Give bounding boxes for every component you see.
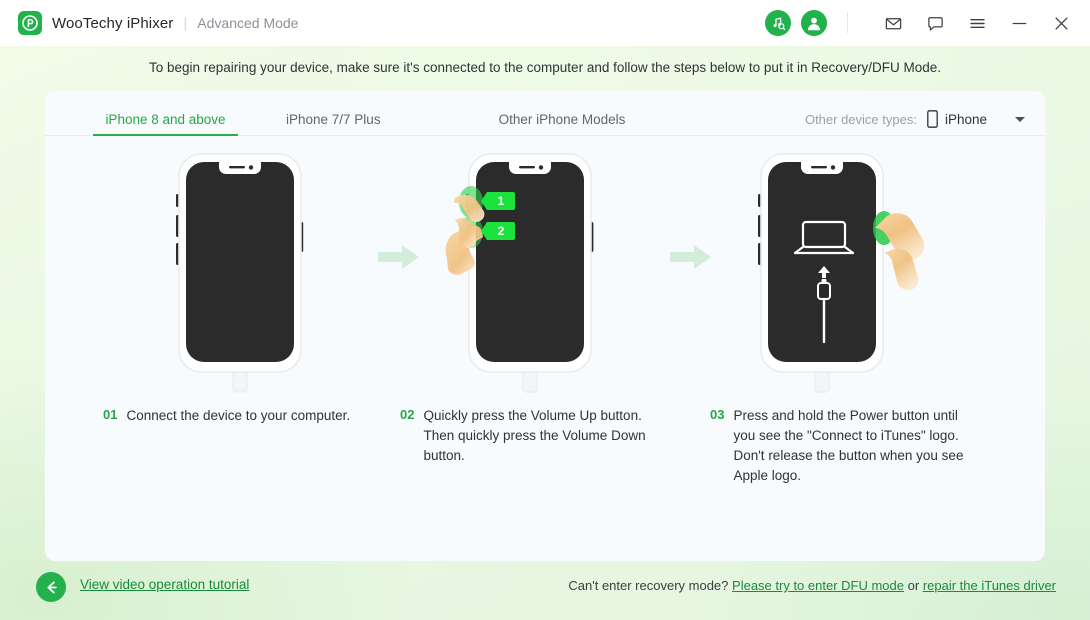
titlebar-divider bbox=[847, 13, 848, 33]
title-bar: WooTechy iPhixer | Advanced Mode bbox=[0, 0, 1090, 46]
step-number-1: 01 bbox=[103, 407, 118, 422]
mode-label: Advanced Mode bbox=[197, 15, 299, 31]
step-number-2: 02 bbox=[400, 407, 415, 422]
itunes-search-icon[interactable] bbox=[765, 10, 791, 36]
back-arrow-icon[interactable] bbox=[36, 572, 66, 602]
phone-icon bbox=[927, 110, 938, 128]
close-icon[interactable] bbox=[1048, 10, 1074, 36]
iphone-volume-buttons-hand: 1 2 bbox=[445, 136, 615, 421]
tab-iphone-7-7-plus[interactable]: iPhone 7/7 Plus bbox=[286, 112, 381, 136]
repair-itunes-driver-link[interactable]: repair the iTunes driver bbox=[923, 578, 1056, 593]
step-number-3: 03 bbox=[710, 407, 725, 422]
help-prefix: Can't enter recovery mode? bbox=[568, 578, 729, 593]
step-arrow-icon bbox=[378, 244, 420, 275]
step-item-3: 03 Press and hold the Power button until… bbox=[710, 406, 980, 486]
other-device-types-select[interactable]: Other device types: iPhone bbox=[805, 110, 1033, 128]
tab-other-iphone-models[interactable]: Other iPhone Models bbox=[499, 112, 626, 136]
app-window: WooTechy iPhixer | Advanced Mode To begi… bbox=[0, 0, 1090, 620]
feedback-chat-icon[interactable] bbox=[922, 10, 948, 36]
step-text-3: Press and hold the Power button until yo… bbox=[733, 408, 964, 483]
chevron-down-icon[interactable] bbox=[1015, 116, 1025, 122]
device-tabs: iPhone 8 and above iPhone 7/7 Plus Other… bbox=[45, 91, 1045, 136]
svg-text:1: 1 bbox=[498, 194, 505, 208]
step-item-1: 01 Connect the device to your computer. bbox=[103, 406, 373, 426]
brand-area: WooTechy iPhixer | Advanced Mode bbox=[18, 11, 298, 35]
help-middle: or bbox=[907, 578, 920, 593]
brand-name: WooTechy iPhixer bbox=[52, 14, 174, 32]
titlebar-actions bbox=[755, 10, 1074, 36]
minimize-icon[interactable] bbox=[1006, 10, 1032, 36]
recovery-help-text: Can't enter recovery mode? Please try to… bbox=[568, 578, 1056, 593]
step-arrow-icon-2 bbox=[670, 244, 712, 275]
step-text-1: Connect the device to your computer. bbox=[126, 408, 351, 423]
step-text-2: Quickly press the Volume Up button. Then… bbox=[423, 408, 646, 463]
view-video-tutorial-link[interactable]: View video operation tutorial bbox=[80, 577, 249, 592]
brand-separator: | bbox=[183, 14, 188, 32]
dfu-mode-link[interactable]: Please try to enter DFU mode bbox=[732, 578, 904, 593]
footer-bar: View video operation tutorial Can't ente… bbox=[0, 560, 1090, 620]
user-account-icon[interactable] bbox=[801, 10, 827, 36]
iphone-connect-to-itunes-screen bbox=[737, 136, 927, 421]
instruction-notice: To begin repairing your device, make sur… bbox=[149, 60, 941, 75]
illustrations-row: 1 2 bbox=[45, 136, 1045, 426]
content-card: iPhone 8 and above iPhone 7/7 Plus Other… bbox=[45, 91, 1045, 561]
iphone-connected-to-computer bbox=[155, 136, 325, 421]
page-body: To begin repairing your device, make sur… bbox=[0, 46, 1090, 620]
p-logo-icon bbox=[18, 11, 42, 35]
menu-hamburger-icon[interactable] bbox=[964, 10, 990, 36]
steps-area: 1 2 01 Connect the device to your comput… bbox=[45, 136, 1045, 561]
step-item-2: 02 Quickly press the Volume Up button. T… bbox=[400, 406, 650, 466]
tab-iphone-8-and-above[interactable]: iPhone 8 and above bbox=[93, 112, 238, 136]
device-type-value: iPhone bbox=[944, 111, 987, 127]
svg-text:2: 2 bbox=[498, 224, 505, 238]
mail-icon[interactable] bbox=[880, 10, 906, 36]
device-types-label: Other device types: bbox=[804, 111, 917, 127]
